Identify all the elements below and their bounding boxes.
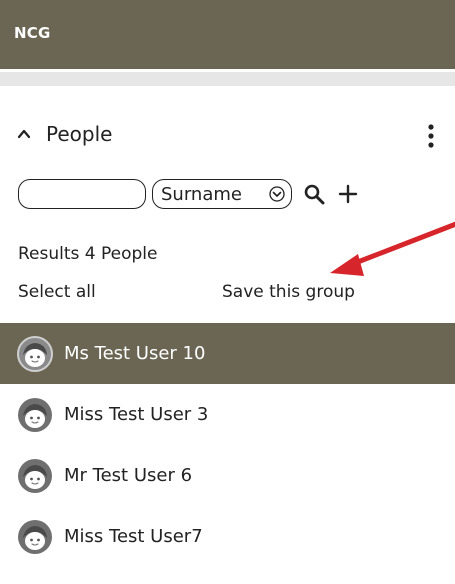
chevron-up-icon[interactable] (14, 124, 34, 144)
kebab-icon[interactable] (426, 122, 436, 150)
chevron-down-icon (269, 186, 285, 202)
app-root: NCG People Surname Results 4 People Sele… (0, 0, 455, 584)
plus-icon[interactable] (336, 182, 360, 206)
avatar-face-icon (16, 396, 54, 434)
person-list-item[interactable]: Miss Test User7 (0, 506, 455, 567)
header-divider (0, 69, 455, 86)
sort-select-value: Surname (161, 183, 242, 205)
avatar-face-icon (16, 457, 54, 495)
people-section-header[interactable]: People (14, 114, 444, 154)
annotation-arrow (330, 221, 455, 276)
person-name: Miss Test User7 (64, 526, 203, 547)
person-list-item[interactable]: Ms Test User 10 (0, 323, 455, 384)
search-icon[interactable] (302, 182, 326, 206)
avatar-face-icon (16, 518, 54, 556)
results-count: Results 4 People (18, 244, 158, 264)
top-header-bar: NCG (0, 0, 455, 69)
app-title: NCG (14, 24, 51, 42)
person-name: Miss Test User 3 (64, 404, 209, 425)
search-row: Surname (18, 176, 360, 212)
section-title: People (46, 122, 113, 146)
person-list-item[interactable]: Mr Test User 6 (0, 445, 455, 506)
person-list-item[interactable]: Miss Test User 3 (0, 384, 455, 445)
search-input[interactable] (18, 179, 146, 209)
person-name: Mr Test User 6 (64, 465, 193, 486)
people-list: Ms Test User 10 Miss Test User 3 Mr Test U… (0, 323, 455, 567)
person-name: Ms Test User 10 (64, 343, 206, 364)
sort-select[interactable]: Surname (152, 179, 292, 209)
select-all-link[interactable]: Select all (18, 282, 96, 302)
avatar-face-icon (16, 335, 54, 373)
